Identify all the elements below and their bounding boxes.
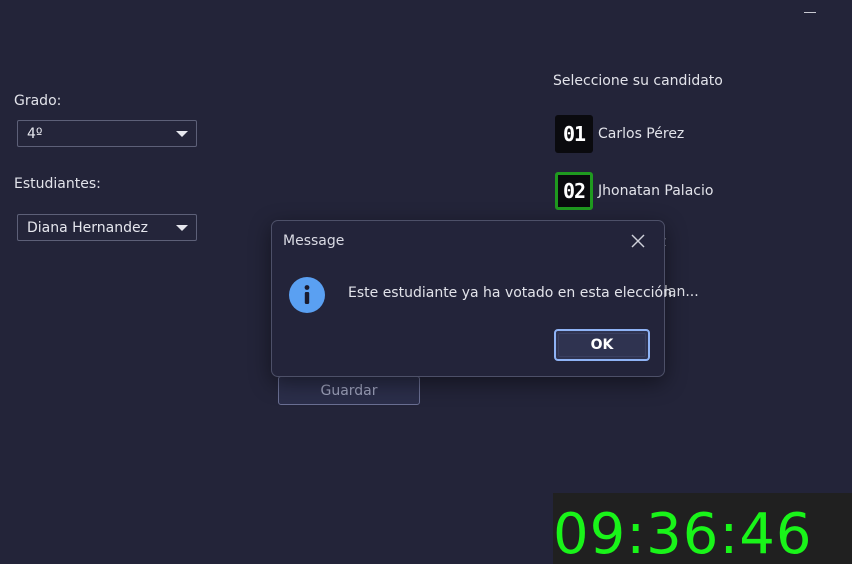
- dialog-title: Message: [283, 233, 345, 249]
- estudiante-select[interactable]: Diana Hernandez: [17, 214, 197, 241]
- grado-select-value: 4º: [27, 125, 43, 142]
- estudiante-select-value: Diana Hernandez: [27, 219, 148, 236]
- ok-button-label: OK: [590, 337, 614, 353]
- candidate-name: Jhonatan Palacio: [598, 183, 714, 199]
- chevron-down-icon: [176, 225, 188, 231]
- estudiantes-label: Estudiantes:: [14, 176, 101, 192]
- minimize-icon[interactable]: [804, 12, 816, 13]
- grado-label: Grado:: [14, 93, 62, 109]
- dialog-message: Este estudiante ya ha votado en esta ele…: [348, 285, 677, 301]
- grado-select[interactable]: 4º: [17, 120, 197, 147]
- candidate-option-01[interactable]: 01 Carlos Pérez: [555, 115, 684, 153]
- chevron-down-icon: [176, 131, 188, 137]
- clock-panel: 09:36:46: [553, 493, 852, 564]
- candidate-number-badge: 01: [555, 115, 593, 153]
- close-icon[interactable]: [628, 231, 648, 251]
- info-icon: [289, 277, 325, 313]
- candidate-number-badge: 02: [555, 172, 593, 210]
- candidate-option-02[interactable]: 02 Jhonatan Palacio: [555, 172, 713, 210]
- candidates-heading: Seleccione su candidato: [553, 73, 723, 89]
- clock-display: 09:36:46: [553, 502, 813, 564]
- candidate-name: Carlos Pérez: [598, 126, 685, 142]
- ok-button[interactable]: OK: [554, 329, 650, 361]
- save-button[interactable]: Guardar: [278, 376, 420, 405]
- message-dialog: Message Este estudiante ya ha votado en …: [271, 220, 676, 377]
